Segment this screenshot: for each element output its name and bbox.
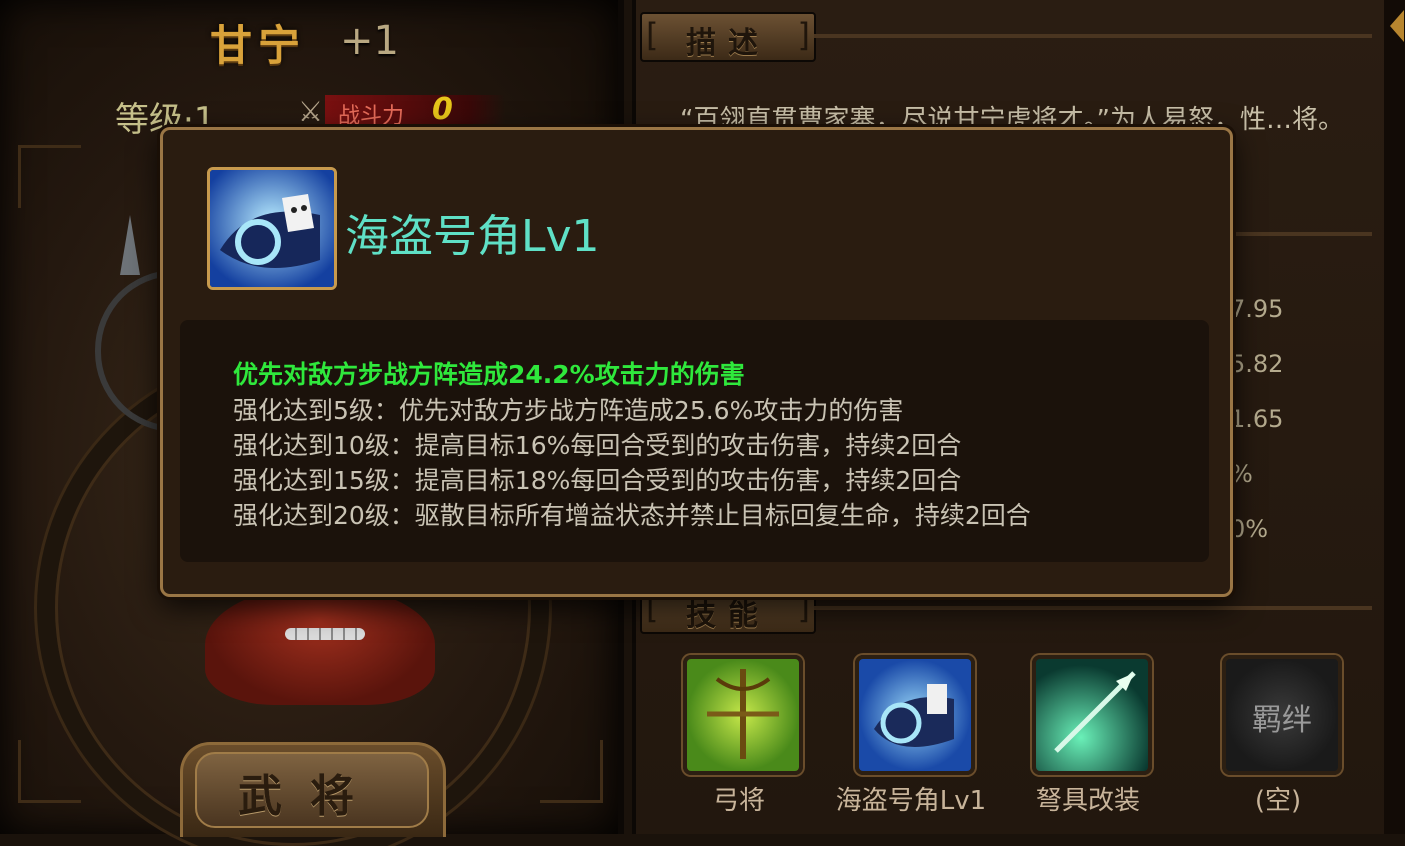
skill-upgrade-line: 强化达到10级：提高目标16%每回合受到的攻击伤害，持续2回合 — [233, 431, 962, 460]
skill-label: 弩具改装 — [1035, 786, 1140, 816]
skill-slot-bond[interactable]: 羁绊 — [1222, 655, 1342, 775]
pirate-horn-icon — [874, 684, 954, 747]
description-header: [描述] — [640, 12, 816, 62]
crossbow-mod-icon — [1054, 671, 1136, 753]
skill-upgrade-line: 强化达到15级：提高目标18%每回合受到的攻击伤害，持续2回合 — [233, 466, 962, 495]
corner-ornament — [18, 740, 81, 803]
power-label: 战斗力 — [338, 104, 405, 129]
hero-character-figure — [205, 585, 435, 705]
divider — [814, 34, 1372, 38]
crossed-swords-icon: ⚔ — [298, 95, 324, 128]
stat-value: % — [1230, 460, 1253, 488]
skill-label: (空) — [1254, 786, 1302, 816]
expand-arrow-icon[interactable] — [1390, 10, 1404, 42]
corner-ornament — [540, 740, 603, 803]
stat-value: 0% — [1230, 515, 1269, 543]
hero-name: 甘宁 — [210, 21, 307, 70]
popup-skill-icon — [207, 167, 337, 290]
bond-icon: 羁绊 — [1252, 703, 1312, 738]
spear-tip — [120, 215, 140, 275]
skill-main-effect: 优先对敌方步战方阵造成24.2%攻击力的伤害 — [233, 360, 745, 389]
hero-star-plus: +1 — [340, 18, 399, 64]
skill-label: 弓将 — [712, 786, 765, 816]
general-tab-label: 武将 — [238, 771, 382, 822]
skill-upgrade-line: 强化达到20级：驱散目标所有增益状态并禁止目标回复生命，持续2回合 — [233, 501, 1031, 530]
power-value: 0 — [432, 92, 453, 127]
description-header-label: 描述 — [686, 26, 770, 61]
skill-slot-pirate-horn[interactable] — [855, 655, 975, 775]
skill-upgrade-line: 强化达到5级：优先对敌方步战方阵造成25.6%攻击力的伤害 — [233, 396, 904, 425]
hero-bead-necklace — [285, 628, 365, 640]
divider — [814, 606, 1372, 610]
skill-slot-crossbow-mod[interactable] — [1032, 655, 1152, 775]
skill-label: 海盗号角Lv1 — [835, 786, 987, 816]
corner-ornament — [18, 145, 81, 208]
edge-strip — [1384, 0, 1405, 834]
popup-skill-title: 海盗号角Lv1 — [345, 211, 600, 262]
bow-general-icon — [707, 669, 779, 759]
pirate-horn-icon — [210, 170, 334, 287]
skill-slot-bow-general[interactable] — [683, 655, 803, 775]
stat-value: 5.82 — [1230, 350, 1284, 378]
stat-value: 1.65 — [1230, 405, 1284, 433]
stat-value: 7.95 — [1230, 295, 1284, 323]
